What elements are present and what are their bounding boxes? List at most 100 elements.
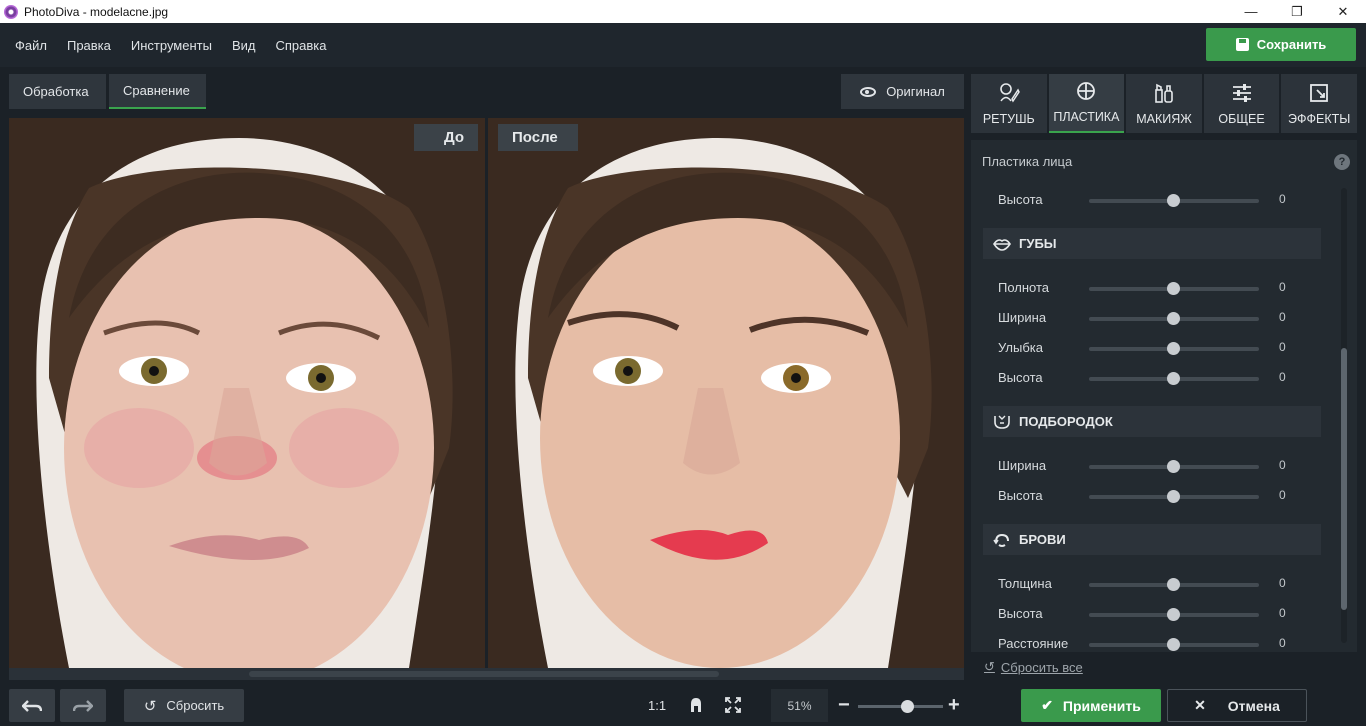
undo-button[interactable] xyxy=(9,689,55,722)
slider-row-lips-fullness: Полнота 0 xyxy=(971,278,1331,298)
tab-compare[interactable]: Сравнение xyxy=(109,74,206,109)
chin-icon xyxy=(994,415,1010,429)
section-chin-title: ПОДБОРОДОК xyxy=(1019,414,1113,429)
slider-label: Улыбка xyxy=(998,340,1043,355)
effects-icon xyxy=(1310,84,1329,102)
redo-button[interactable] xyxy=(60,689,106,722)
horizontal-scrollbar[interactable] xyxy=(9,668,964,680)
slider-handle[interactable] xyxy=(1167,372,1180,385)
section-lips-title: ГУБЫ xyxy=(1019,236,1057,251)
floppy-disk-icon xyxy=(1235,38,1249,51)
tab-reshape-label: ПЛАСТИКА xyxy=(1053,110,1120,124)
tab-makeup[interactable]: МАКИЯЖ xyxy=(1126,74,1202,133)
slider-value: 0 xyxy=(1279,340,1286,354)
slider-handle[interactable] xyxy=(1167,342,1180,355)
window-title: PhotoDiva - modelacne.jpg xyxy=(24,4,169,19)
slider-row-lips-smile: Улыбка 0 xyxy=(971,338,1331,358)
zoom-value-field[interactable]: 51% xyxy=(771,689,828,722)
undo-icon xyxy=(22,699,42,712)
cancel-button[interactable]: ✕ Отмена xyxy=(1167,689,1307,722)
slider-value: 0 xyxy=(1279,606,1286,620)
menu-tools[interactable]: Инструменты xyxy=(131,38,212,53)
zoom-out-button[interactable]: − xyxy=(838,694,850,717)
slider-row-face-height: Высота 0 xyxy=(971,190,1331,210)
reset-button[interactable]: ↺ Сбросить xyxy=(124,689,244,722)
actual-size-button[interactable]: 1:1 xyxy=(648,698,666,713)
redo-icon xyxy=(73,699,93,712)
section-chin-header[interactable]: ПОДБОРОДОК xyxy=(983,406,1321,437)
apply-button[interactable]: ✔ Применить xyxy=(1021,689,1161,722)
menu-file[interactable]: Файл xyxy=(15,38,47,53)
menu-view[interactable]: Вид xyxy=(232,38,256,53)
cross-icon: ✕ xyxy=(1194,697,1206,713)
before-photo[interactable] xyxy=(9,118,485,668)
slider-handle[interactable] xyxy=(1167,490,1180,503)
eye-icon xyxy=(860,86,877,97)
brow-icon xyxy=(993,533,1009,547)
panel-title: Пластика лица xyxy=(982,154,1073,169)
zoom-in-button[interactable]: + xyxy=(948,694,960,717)
menu-bar: Файл Правка Инструменты Вид Справка Сохр… xyxy=(0,23,1366,67)
panel-scrollbar[interactable] xyxy=(1341,188,1347,643)
slider-handle[interactable] xyxy=(1167,460,1180,473)
slider-value: 0 xyxy=(1279,310,1286,324)
slider-label: Высота xyxy=(998,488,1043,503)
tab-effects[interactable]: ЭФФЕКТЫ xyxy=(1281,74,1357,133)
reset-all-link[interactable]: ↺ Сбросить все xyxy=(984,659,1083,675)
maximize-button[interactable]: ❐ xyxy=(1274,0,1320,23)
slider-value: 0 xyxy=(1279,576,1286,590)
tab-processing[interactable]: Обработка xyxy=(9,74,106,109)
section-lips-header[interactable]: ГУБЫ xyxy=(983,228,1321,259)
slider-value: 0 xyxy=(1279,370,1286,384)
tab-retouch[interactable]: РЕТУШЬ xyxy=(971,74,1047,133)
reset-icon: ↺ xyxy=(143,697,157,715)
close-button[interactable]: ✕ xyxy=(1320,0,1366,23)
original-label: Оригинал xyxy=(886,84,945,99)
slider-row-brows-distance: Расстояние 0 xyxy=(971,634,1331,652)
after-photo[interactable] xyxy=(488,118,964,668)
slider-value: 0 xyxy=(1279,488,1286,502)
title-bar: PhotoDiva - modelacne.jpg — ❐ ✕ xyxy=(0,0,1366,23)
retouch-icon xyxy=(999,83,1020,103)
panel-scroll-thumb[interactable] xyxy=(1341,348,1347,610)
face-detect-icon[interactable] xyxy=(688,697,704,713)
save-button[interactable]: Сохранить xyxy=(1206,28,1356,61)
after-face-image xyxy=(488,118,964,668)
help-icon[interactable]: ? xyxy=(1334,154,1350,170)
menu-help[interactable]: Справка xyxy=(275,38,326,53)
slider-value: 0 xyxy=(1279,192,1286,206)
slider-handle[interactable] xyxy=(1167,608,1180,621)
fit-screen-icon[interactable] xyxy=(725,697,741,713)
cancel-button-label: Отмена xyxy=(1227,697,1280,714)
zoom-slider-handle[interactable] xyxy=(901,700,914,713)
slider-value: 0 xyxy=(1279,280,1286,294)
before-face-image xyxy=(9,118,485,668)
slider-label: Ширина xyxy=(998,310,1047,325)
slider-row-lips-width: Ширина 0 xyxy=(971,308,1331,328)
slider-handle[interactable] xyxy=(1167,312,1180,325)
tab-general[interactable]: ОБЩЕЕ xyxy=(1203,74,1280,133)
menu-edit[interactable]: Правка xyxy=(67,38,111,53)
slider-handle[interactable] xyxy=(1167,194,1180,207)
slider-handle[interactable] xyxy=(1167,638,1180,651)
minimize-button[interactable]: — xyxy=(1228,0,1274,23)
slider-row-lips-height: Высота 0 xyxy=(971,368,1331,388)
slider-handle[interactable] xyxy=(1167,578,1180,591)
before-label: До xyxy=(414,124,478,151)
horizontal-scroll-thumb[interactable] xyxy=(249,671,719,677)
original-toggle-button[interactable]: Оригинал xyxy=(841,74,964,109)
slider-label: Высота xyxy=(998,606,1043,621)
tab-general-label: ОБЩЕЕ xyxy=(1218,112,1265,126)
section-brows-title: БРОВИ xyxy=(1019,532,1066,547)
reset-all-icon: ↺ xyxy=(984,659,995,674)
slider-value: 0 xyxy=(1279,636,1286,650)
reshape-panel: Пластика лица ? Высота 0 ГУБЫ Полнота 0 … xyxy=(971,140,1357,652)
tab-reshape[interactable]: ПЛАСТИКА xyxy=(1048,74,1125,133)
section-brows-header[interactable]: БРОВИ xyxy=(983,524,1321,555)
slider-label: Полнота xyxy=(998,280,1050,295)
slider-row-brows-height: Высота 0 xyxy=(971,604,1331,624)
apply-button-label: Применить xyxy=(1062,697,1141,714)
lips-icon xyxy=(993,238,1011,251)
slider-handle[interactable] xyxy=(1167,282,1180,295)
app-logo-icon xyxy=(4,4,18,19)
